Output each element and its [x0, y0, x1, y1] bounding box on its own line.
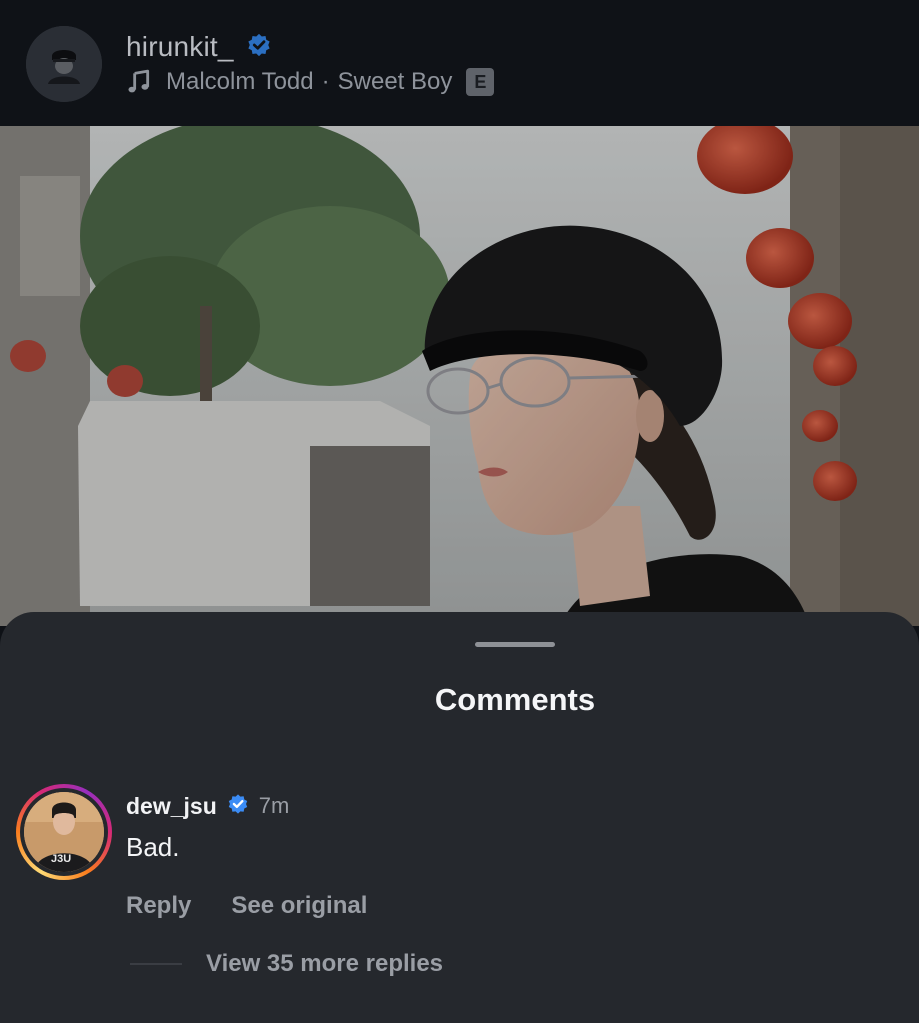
music-artist: Malcolm Todd [166, 68, 314, 95]
post-photo[interactable] [0, 126, 919, 626]
music-song: Sweet Boy [337, 68, 453, 95]
sheet-grabber-handle[interactable] [475, 642, 555, 647]
commenter-avatar-story-ring[interactable]: J3U [16, 784, 112, 880]
comments-title: Comments [434, 682, 596, 717]
comment-timestamp: 7m [258, 793, 290, 818]
music-separator: · [321, 68, 330, 95]
author-row: hirunkit_ [126, 30, 274, 64]
explicit-badge: E [466, 68, 495, 96]
verified-badge-icon [225, 791, 251, 822]
music-note-icon [126, 69, 152, 95]
comments-sheet: Comments J3U dew_jsu 7m Bad. Reply See o… [0, 612, 919, 1023]
reel-comments-screen: hirunkit_ Malcolm Todd · Sweet Boy E Com… [0, 0, 919, 1023]
reply-button[interactable]: Reply [126, 892, 191, 920]
commenter-username[interactable]: dew_jsu [126, 793, 217, 820]
comment-header: dew_jsu 7m [126, 790, 289, 822]
author-avatar[interactable] [26, 26, 102, 102]
replies-divider-line [130, 963, 182, 965]
commenter-avatar[interactable]: J3U [24, 792, 104, 872]
avatar-shirt-text: J3U [51, 853, 71, 865]
post-header: hirunkit_ Malcolm Todd · Sweet Boy E [0, 0, 919, 126]
author-username[interactable]: hirunkit_ [126, 31, 234, 63]
comment-text: Bad. [126, 832, 180, 862]
verified-badge-icon [244, 30, 274, 65]
comment-actions: Reply See original [126, 892, 367, 920]
see-original-button[interactable]: See original [231, 892, 367, 920]
view-more-replies-button[interactable]: View 35 more replies [206, 950, 443, 978]
view-replies-row[interactable]: View 35 more replies [130, 950, 443, 978]
music-row[interactable]: Malcolm Todd · Sweet Boy E [126, 66, 495, 98]
